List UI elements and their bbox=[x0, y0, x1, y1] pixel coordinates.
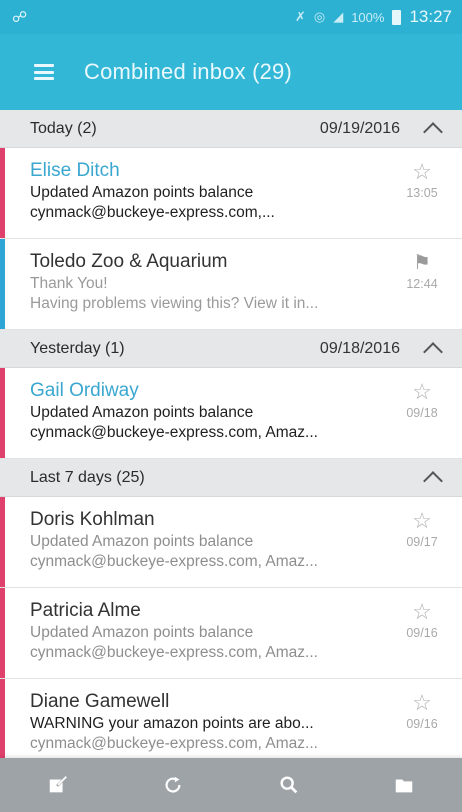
account-color-bar bbox=[0, 679, 5, 758]
star-outline-icon[interactable]: ☆ bbox=[402, 600, 442, 624]
email-list-item[interactable]: Patricia Alme Updated Amazon points balan… bbox=[0, 588, 462, 679]
section-title: Last 7 days (25) bbox=[30, 468, 145, 486]
refresh-button[interactable] bbox=[148, 765, 198, 805]
email-meta: ☆ 09/16 bbox=[402, 600, 442, 641]
chevron-up-icon[interactable] bbox=[423, 341, 443, 362]
email-time: 13:05 bbox=[406, 186, 438, 200]
chevron-up-icon[interactable] bbox=[423, 121, 443, 142]
email-subject: Updated Amazon points balance bbox=[30, 533, 254, 550]
email-sender: Toledo Zoo & Aquarium bbox=[30, 251, 228, 272]
email-subject: Updated Amazon points balance bbox=[30, 184, 254, 201]
folder-button[interactable] bbox=[379, 765, 429, 805]
email-sender: Gail Ordiway bbox=[30, 380, 139, 401]
email-list-item[interactable]: Doris Kohlman Updated Amazon points balan… bbox=[0, 497, 462, 588]
email-list[interactable]: Today (2) 09/19/2016 Elise Ditch Updated Am… bbox=[0, 110, 462, 758]
email-meta: ⚑ 12:44 bbox=[402, 251, 442, 291]
email-list-item[interactable]: Toledo Zoo & Aquarium Thank You! Having pr… bbox=[0, 239, 462, 330]
email-list-item[interactable]: Gail Ordiway Updated Amazon points balanc… bbox=[0, 368, 462, 459]
email-meta: ☆ 13:05 bbox=[402, 160, 442, 201]
hamburger-menu-icon[interactable] bbox=[34, 64, 54, 80]
email-meta: ☆ 09/17 bbox=[402, 509, 442, 550]
email-preview: cynmack@buckeye-express.com, Amaz... bbox=[30, 424, 318, 441]
email-time: 12:44 bbox=[406, 277, 438, 291]
chevron-up-icon[interactable] bbox=[423, 470, 443, 491]
email-list-item[interactable]: Diane Gamewell WARNING your amazon points… bbox=[0, 679, 462, 758]
search-button[interactable] bbox=[264, 765, 314, 805]
email-preview: cynmack@buckeye-express.com,... bbox=[30, 204, 275, 221]
section-date: 09/18/2016 bbox=[319, 339, 400, 357]
account-color-bar bbox=[0, 497, 5, 587]
account-color-bar bbox=[0, 588, 5, 678]
folder-icon bbox=[396, 779, 413, 793]
app-bar: Combined inbox (29) bbox=[0, 34, 462, 110]
page-title: Combined inbox (29) bbox=[84, 59, 293, 84]
status-bar: ☍ ✗ ◎ ◢ 100% 13:27 bbox=[0, 0, 462, 34]
section-date: 09/19/2016 bbox=[319, 119, 400, 137]
email-time: 09/17 bbox=[406, 535, 438, 549]
email-subject: Thank You! bbox=[30, 275, 108, 292]
email-sender: Doris Kohlman bbox=[30, 509, 155, 530]
email-meta: ☆ 09/16 bbox=[402, 691, 442, 732]
wifi-icon: ◎ bbox=[313, 9, 326, 24]
email-preview: cynmack@buckeye-express.com, Amaz... bbox=[30, 553, 318, 570]
account-color-bar bbox=[0, 239, 5, 329]
compose-button[interactable] bbox=[33, 765, 83, 805]
email-subject: Updated Amazon points balance bbox=[30, 624, 254, 641]
refresh-icon bbox=[165, 776, 181, 793]
email-time: 09/18 bbox=[406, 406, 438, 420]
account-color-bar bbox=[0, 148, 5, 238]
status-indicators: ✗ ◎ ◢ 100% 13:27 bbox=[295, 7, 452, 27]
email-subject: Updated Amazon points balance bbox=[30, 404, 254, 421]
section-header[interactable]: Last 7 days (25) bbox=[0, 459, 462, 497]
account-color-bar bbox=[0, 368, 5, 458]
section-title: Today (2) bbox=[30, 119, 97, 137]
compose-icon bbox=[49, 775, 67, 793]
email-list-item[interactable]: Elise Ditch Updated Amazon points balance… bbox=[0, 148, 462, 239]
mute-icon: ✗ bbox=[294, 9, 306, 24]
section-title: Yesterday (1) bbox=[30, 339, 125, 357]
bottom-toolbar bbox=[0, 758, 462, 812]
email-subject: WARNING your amazon points are abo... bbox=[30, 715, 314, 732]
battery-icon bbox=[392, 9, 402, 25]
email-preview: Having problems viewing this? View it in… bbox=[30, 295, 319, 312]
search-icon bbox=[280, 776, 298, 794]
email-meta: ☆ 09/18 bbox=[402, 380, 442, 421]
clock: 13:27 bbox=[409, 7, 452, 26]
star-outline-icon[interactable]: ☆ bbox=[402, 509, 442, 533]
battery-percent: 100% bbox=[351, 9, 385, 25]
email-time: 09/16 bbox=[406, 626, 438, 640]
star-outline-icon[interactable]: ☆ bbox=[402, 691, 442, 715]
email-sender: Patricia Alme bbox=[30, 600, 141, 621]
section-header[interactable]: Yesterday (1) 09/18/2016 bbox=[0, 330, 462, 368]
email-sender: Elise Ditch bbox=[30, 160, 120, 181]
email-time: 09/16 bbox=[406, 717, 438, 731]
email-preview: cynmack@buckeye-express.com, Amaz... bbox=[30, 735, 318, 752]
star-outline-icon[interactable]: ☆ bbox=[402, 160, 442, 184]
section-header[interactable]: Today (2) 09/19/2016 bbox=[0, 110, 462, 148]
notification-icon: ☍ bbox=[12, 9, 28, 26]
email-sender: Diane Gamewell bbox=[30, 691, 170, 712]
email-preview: cynmack@buckeye-express.com, Amaz... bbox=[30, 644, 318, 661]
star-outline-icon[interactable]: ☆ bbox=[402, 380, 442, 404]
signal-icon: ◢ bbox=[333, 9, 344, 24]
flag-icon[interactable]: ⚑ bbox=[402, 251, 442, 275]
